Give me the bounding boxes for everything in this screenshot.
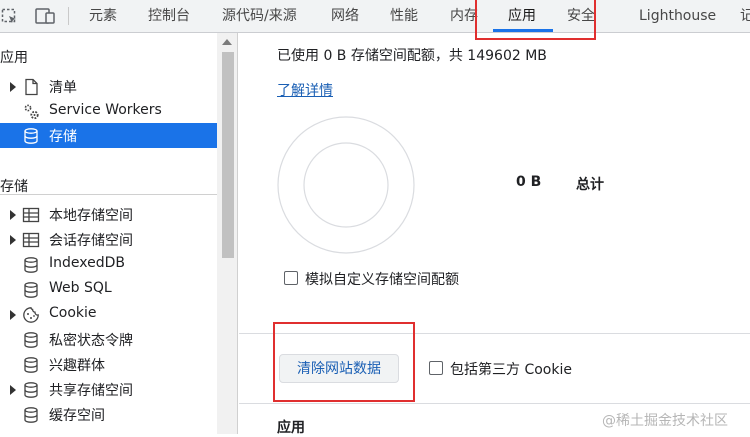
include-third-party-cookie-checkbox[interactable] — [429, 361, 443, 375]
database-icon — [24, 407, 38, 423]
sidebar-item-web-sql[interactable]: Web SQL — [0, 277, 217, 302]
database-icon — [24, 128, 38, 144]
include-third-party-cookie-label: 包括第三方 Cookie — [450, 362, 572, 378]
sidebar-item-private-state-tokens[interactable]: 私密状态令牌 — [0, 327, 217, 352]
sidebar-item-label: 兴趣群体 — [49, 358, 105, 374]
storage-usage-pie-chart — [277, 116, 415, 254]
tab-sources[interactable]: 源代码/来源 — [222, 0, 297, 32]
application-section-heading: 应用 — [277, 420, 305, 436]
storage-usage-text: 已使用 0 B 存储空间配额，共 149602 MB — [277, 48, 547, 64]
tab-security[interactable]: 安全 — [567, 0, 595, 32]
tab-lighthouse[interactable]: Lighthouse — [639, 0, 716, 32]
devtools-tab-bar: 元素 控制台 源代码/来源 网络 性能 内存 应用 安全 Lighthouse … — [0, 0, 750, 33]
expand-arrow-icon[interactable] — [10, 235, 16, 245]
sidebar-item-manifest[interactable]: 清单 — [0, 74, 217, 99]
document-icon — [25, 78, 38, 96]
database-icon — [24, 332, 38, 348]
database-icon — [24, 257, 38, 273]
sidebar-item-session-storage[interactable]: 会话存储空间 — [0, 227, 217, 252]
table-icon — [22, 232, 40, 248]
sidebar-divider — [0, 194, 217, 195]
device-toolbar-icon[interactable] — [35, 8, 56, 25]
simulate-quota-checkbox[interactable] — [284, 271, 298, 285]
sidebar-section-application: 应用 — [0, 50, 28, 66]
section-divider — [239, 403, 750, 404]
expand-arrow-icon[interactable] — [10, 82, 16, 92]
sidebar-item-label: 本地存储空间 — [49, 208, 133, 224]
section-divider — [239, 333, 750, 334]
database-icon — [24, 357, 38, 373]
inspect-element-icon[interactable] — [1, 8, 18, 25]
sidebar-item-label: IndexedDB — [49, 255, 125, 271]
simulate-quota-label: 模拟自定义存储空间配额 — [305, 272, 459, 288]
tab-console[interactable]: 控制台 — [148, 0, 190, 32]
table-icon — [22, 207, 40, 223]
expand-arrow-icon[interactable] — [10, 385, 16, 395]
database-icon — [24, 282, 38, 298]
sidebar-section-storage: 存储 — [0, 179, 28, 195]
sidebar-scrollbar-thumb[interactable] — [222, 52, 234, 258]
tab-recorder[interactable]: 记 — [740, 0, 750, 32]
chart-total-label: 总计 — [576, 177, 604, 193]
tab-memory[interactable]: 内存 — [450, 0, 478, 32]
learn-more-link[interactable]: 了解详情 — [277, 80, 333, 100]
clear-site-data-button[interactable]: 清除网站数据 — [279, 354, 399, 383]
sidebar-item-interest-groups[interactable]: 兴趣群体 — [0, 352, 217, 377]
scroll-up-arrow-icon[interactable] — [222, 39, 232, 45]
gears-icon — [24, 104, 39, 120]
sidebar-item-label: Web SQL — [49, 280, 112, 296]
tab-performance[interactable]: 性能 — [390, 0, 418, 32]
cookie-icon — [23, 307, 39, 323]
sidebar-item-service-workers[interactable]: Service Workers — [0, 99, 217, 124]
chart-total-value: 0 B — [516, 174, 542, 190]
sidebar-item-label: 会话存储空间 — [49, 233, 133, 249]
expand-arrow-icon[interactable] — [10, 210, 16, 220]
sidebar-item-label: 存储 — [49, 129, 77, 145]
sidebar-item-indexeddb[interactable]: IndexedDB — [0, 252, 217, 277]
database-icon — [24, 382, 38, 398]
tab-application[interactable]: 应用 — [508, 0, 536, 32]
sidebar-item-cookie[interactable]: Cookie — [0, 302, 217, 327]
sidebar-item-label: 缓存空间 — [49, 408, 105, 424]
sidebar-item-cache-storage[interactable]: 缓存空间 — [0, 402, 217, 427]
application-sidebar: 应用 清单 Service Workers 存储 存储 本地存储空间 会话存储空… — [0, 33, 217, 434]
sidebar-item-storage[interactable]: 存储 — [0, 123, 217, 148]
sidebar-item-local-storage[interactable]: 本地存储空间 — [0, 202, 217, 227]
toolbar-separator — [68, 7, 69, 25]
sidebar-item-label: 共享存储空间 — [49, 383, 133, 399]
tab-elements[interactable]: 元素 — [89, 0, 117, 32]
expand-arrow-icon[interactable] — [10, 310, 16, 320]
sidebar-item-label: Cookie — [49, 305, 97, 321]
tab-network[interactable]: 网络 — [331, 0, 359, 32]
watermark: @稀土掘金技术社区 — [602, 413, 728, 429]
sidebar-item-shared-storage[interactable]: 共享存储空间 — [0, 377, 217, 402]
sidebar-item-label: 清单 — [49, 80, 77, 96]
sidebar-item-label: Service Workers — [49, 102, 162, 118]
sidebar-item-label: 私密状态令牌 — [49, 333, 133, 349]
active-tab-indicator — [493, 29, 553, 32]
